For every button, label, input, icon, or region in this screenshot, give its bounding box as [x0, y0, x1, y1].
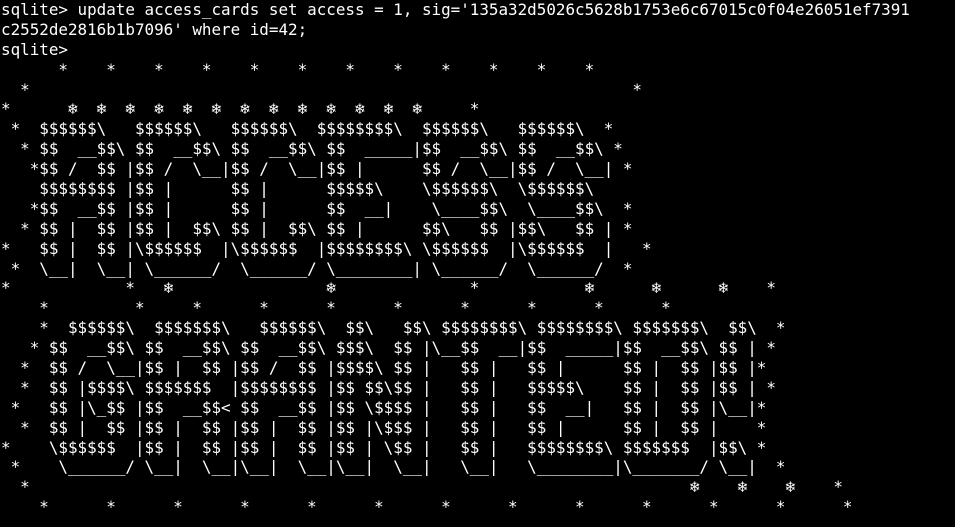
banner-line: * *: [1, 79, 642, 99]
banner-line: * * ❄ ❄ * ❄ ❄ ❄ *: [1, 278, 776, 298]
banner-line: * * * * * * * * * * * *: [1, 59, 595, 79]
banner-line: * ❄ ❄ ❄ *: [1, 477, 843, 497]
command-line-1: sqlite> update access_cards set access =…: [1, 0, 910, 19]
sqlite-prompt[interactable]: sqlite>: [0, 40, 955, 60]
banner-line: * \$$$$$$ |$$ | $$ |$$ | $$ |$$ | \$$ | …: [1, 437, 767, 457]
banner-line: * $$ |$$$$\ $$$$$$$ |$$$$$$$$ |$$ $$\$$ …: [1, 377, 776, 397]
banner-line: * $$ __$$\ $$ __$$\ $$ __$$\ $$ _____|$$…: [1, 139, 623, 159]
banner-line: * $$$$$$\ $$$$$$\ $$$$$$\ $$$$$$$$\ $$$$…: [1, 119, 614, 139]
banner-line: *$$ / $$ |$$ / \__|$$ / \__|$$ | $$ / \_…: [1, 159, 633, 179]
banner-line: *$$ __$$ |$$ | $$ | $$ __| \____$$\ \___…: [1, 198, 633, 218]
banner-line: * $$ __$$\ $$ __$$\ $$ __$$\ $$$\ $$ |\_…: [1, 338, 776, 358]
ascii-banner: * * * * * * * * * * * * * * * ❄ ❄ ❄ ❄ ❄ …: [0, 60, 955, 517]
banner-line: * \__| \__| \______/ \______/ \________|…: [1, 258, 633, 278]
banner-line: * * * * * * * * * * * * *: [1, 497, 853, 517]
banner-line: * \______/ \__| \__|\__| \__|\__| \__| \…: [1, 457, 786, 477]
banner-line: * $$$$$$\ $$$$$$$\ $$$$$$\ $$\ $$\ $$$$$…: [1, 318, 786, 338]
command-line-2: c2552de2816b1b7096' where id=42;: [1, 19, 308, 39]
banner-line: * $$ | $$ |$$ | $$\ $$ | $$\ $$ | $$\ $$…: [1, 218, 633, 238]
terminal-window[interactable]: sqlite> update access_cards set access =…: [0, 0, 955, 527]
banner-line: $$$$$$$$ |$$ | $$ | $$$$$\ \$$$$$$\ \$$$…: [1, 179, 595, 199]
banner-line: * $$ / \__|$$ | $$ |$$ / $$ |$$$$\ $$ | …: [1, 358, 767, 378]
banner-line: * $$ | $$ |$$ | $$ |$$ | $$ |$$ |\$$$ | …: [1, 417, 767, 437]
banner-line: * ❄ ❄ ❄ ❄ ❄ ❄ ❄ ❄ ❄ ❄ ❄ ❄ ❄ *: [1, 99, 480, 119]
banner-line: * $$ |\_$$ |$$ __$$< $$ __$$ |$$ \$$$$ |…: [1, 397, 767, 417]
banner-line: * * * * * * * * * *: [1, 298, 671, 318]
banner-line: * $$ | $$ |\$$$$$$ |\$$$$$$ |$$$$$$$$\ \…: [1, 238, 652, 258]
